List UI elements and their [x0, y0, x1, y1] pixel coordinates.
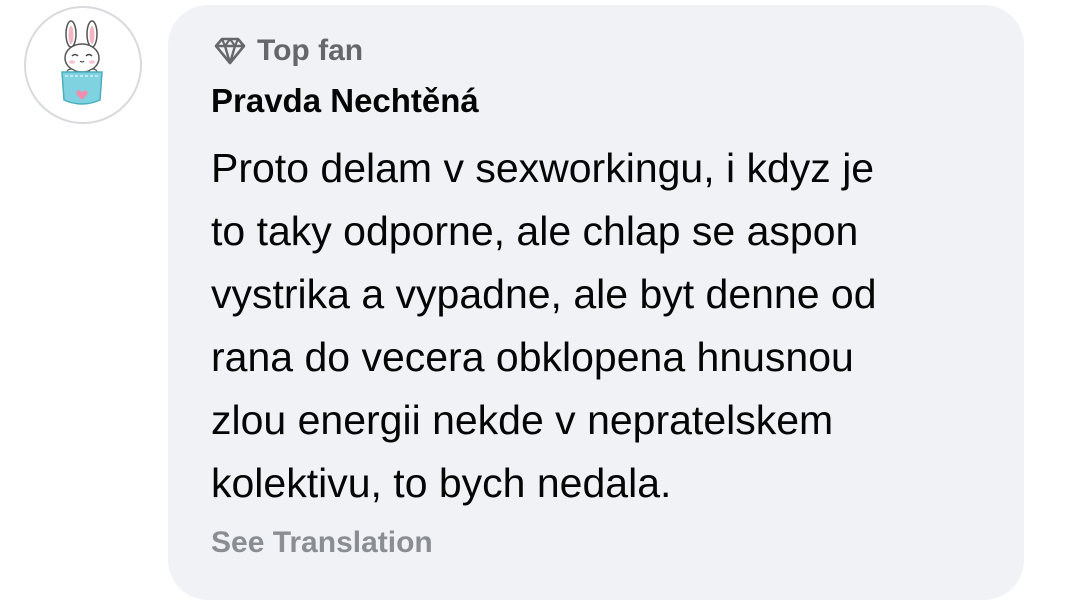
- diamond-icon: [214, 37, 246, 65]
- commenter-avatar[interactable]: [24, 6, 142, 124]
- comment-line: to taky odporne, ale chlap se aspon: [211, 208, 859, 254]
- comment-line: zlou energii nekde v nepratelskem: [211, 397, 834, 443]
- see-translation-link[interactable]: See Translation: [211, 526, 433, 560]
- bunny-avatar-icon: [61, 20, 103, 105]
- comment-line: rana do vecera obklopena hnusnou: [211, 334, 854, 380]
- comment-line: vystrika a vypadne, ale byt denne od: [211, 271, 877, 317]
- badge-label: Top fan: [257, 34, 364, 67]
- author-name[interactable]: Pravda Nechtěná: [211, 82, 479, 120]
- comment-line: Proto delam v sexworkingu, i kdyz je: [211, 145, 875, 191]
- comment-text: Proto delam v sexworkingu, i kdyz je to …: [211, 137, 1011, 515]
- top-fan-badge: Top fan: [213, 32, 363, 70]
- comment-line: kolektivu, to bych nedala.: [211, 460, 672, 506]
